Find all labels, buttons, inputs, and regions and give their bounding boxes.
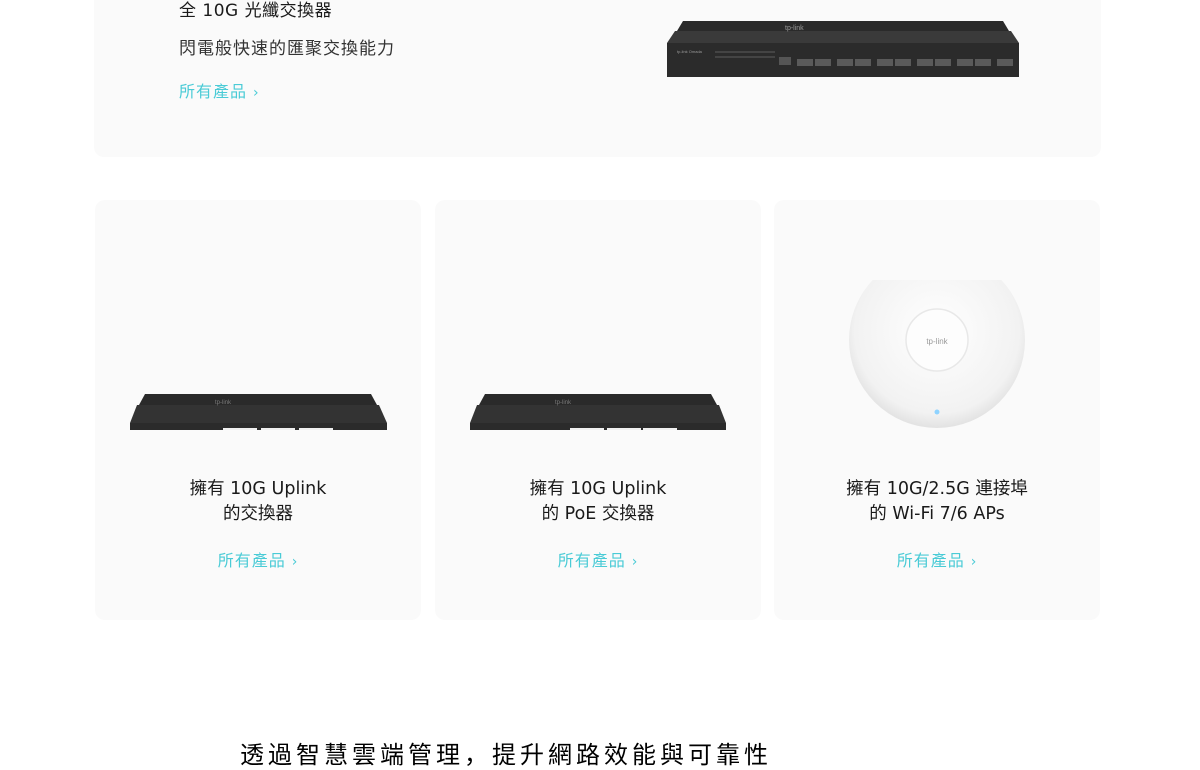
access-point-image: tp-link — [849, 280, 1025, 428]
hero-card: 全 10G 光纖交換器 閃電般快速的匯聚交換能力 所有產品 › tp-link t… — [94, 0, 1101, 157]
poe-switch-image: tp-link — [470, 394, 726, 430]
product-card-access-point[interactable]: tp-link 擁有 10G/2.5G 連接埠 的 Wi-Fi 7/6 APs … — [774, 200, 1100, 620]
chevron-right-icon: › — [970, 554, 978, 570]
chevron-right-icon: › — [253, 85, 260, 101]
hero-subtitle: 閃電般快速的匯聚交換能力 — [179, 39, 395, 59]
brand-logo-top: tp-link — [785, 25, 804, 32]
card-title: 擁有 10G Uplink 的交換器 — [189, 479, 327, 524]
hero-all-products-link[interactable]: 所有產品 › — [179, 78, 260, 102]
product-card-poe-switch[interactable]: tp-link 擁有 10G Uplink 的 PoE 交換器 所有產品 › — [435, 200, 761, 620]
fiber-switch-image: tp-link tp-link Omada — [667, 21, 1019, 77]
chevron-right-icon: › — [291, 554, 299, 570]
tp-link-logo: tp-link — [926, 337, 948, 346]
hero-link-label: 所有產品 — [179, 82, 248, 101]
product-card-switch[interactable]: tp-link 擁有 10G Uplink 的交換器 所有產品 › — [95, 200, 421, 620]
card-title: 擁有 10G Uplink 的 PoE 交換器 — [529, 479, 667, 524]
all-products-link[interactable]: 所有產品 › — [218, 547, 299, 571]
all-products-link[interactable]: 所有產品 › — [558, 547, 639, 571]
svg-text:tp-link: tp-link — [215, 400, 232, 406]
hero-title: 全 10G 光纖交換器 — [179, 1, 333, 21]
svg-text:tp-link Omada: tp-link Omada — [677, 49, 703, 54]
chevron-right-icon: › — [631, 554, 639, 570]
card-title: 擁有 10G/2.5G 連接埠 的 Wi-Fi 7/6 APs — [846, 479, 1028, 524]
svg-text:tp-link: tp-link — [555, 400, 572, 406]
section-heading: 透過智慧雲端管理，提升網路效能與可靠性 — [240, 741, 772, 769]
all-products-link[interactable]: 所有產品 › — [897, 547, 978, 571]
switch-image: tp-link — [130, 394, 387, 430]
